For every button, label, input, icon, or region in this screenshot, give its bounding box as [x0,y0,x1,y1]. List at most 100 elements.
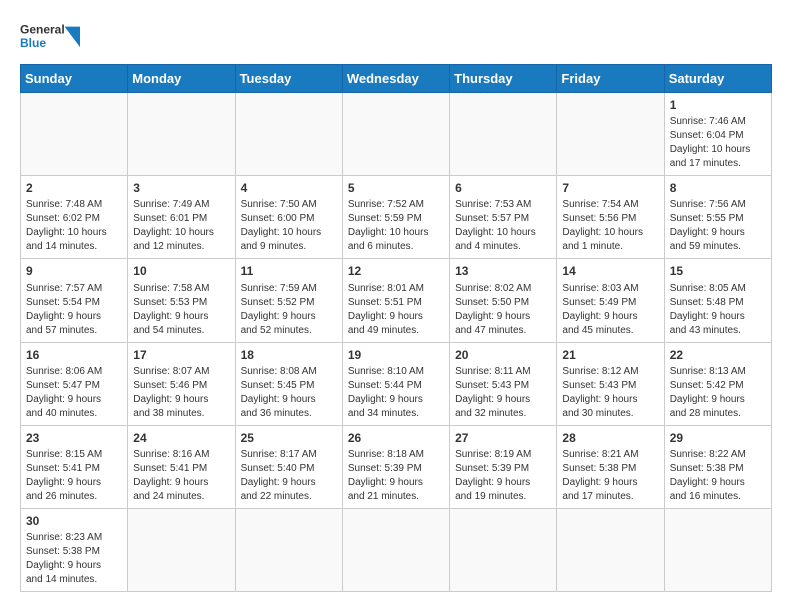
day-number: 5 [348,180,444,196]
calendar-day-cell: 2 Sunrise: 7:48 AM Sunset: 6:02 PM Daylig… [21,176,128,259]
calendar-header-row: SundayMondayTuesdayWednesdayThursdayFrid… [21,65,772,93]
calendar-day-cell: 23Sunrise: 8:15 AM Sunset: 5:41 PM Dayli… [21,425,128,508]
calendar-day-cell [342,93,449,176]
calendar-day-header: Thursday [450,65,557,93]
svg-text:General: General [20,22,65,36]
day-number: 27 [455,430,551,446]
calendar-day-cell: 11 Sunrise: 7:59 AM Sunset: 5:52 PM Dayli… [235,259,342,342]
calendar-day-cell: 21Sunrise: 8:12 AM Sunset: 5:43 PM Dayli… [557,342,664,425]
day-info: Sunrise: 8:03 AM Sunset: 5:49 PM Dayligh… [562,282,658,338]
calendar-day-header: Friday [557,65,664,93]
calendar-day-cell: 18Sunrise: 8:08 AM Sunset: 5:45 PM Dayli… [235,342,342,425]
day-info: Sunrise: 8:15 AM Sunset: 5:41 PM Dayligh… [26,448,122,504]
calendar-day-cell: 20Sunrise: 8:11 AM Sunset: 5:43 PM Dayli… [450,342,557,425]
day-number: 12 [348,263,444,279]
calendar-week-row: 1 Sunrise: 7:46 AM Sunset: 6:04 PM Daylig… [21,93,772,176]
calendar-day-cell: 10 Sunrise: 7:58 AM Sunset: 5:53 PM Dayli… [128,259,235,342]
calendar-day-cell: 16 Sunrise: 8:06 AM Sunset: 5:47 PM Dayli… [21,342,128,425]
calendar-table: SundayMondayTuesdayWednesdayThursdayFrid… [20,64,772,592]
day-info: Sunrise: 7:50 AM Sunset: 6:00 PM Dayligh… [241,198,337,254]
day-number: 9 [26,263,122,279]
day-info: Sunrise: 7:46 AM Sunset: 6:04 PM Dayligh… [670,115,766,171]
day-info: Sunrise: 7:59 AM Sunset: 5:52 PM Dayligh… [241,282,337,338]
day-info: Sunrise: 8:05 AM Sunset: 5:48 PM Dayligh… [670,282,766,338]
calendar-day-cell: 26 Sunrise: 8:18 AM Sunset: 5:39 PM Dayli… [342,425,449,508]
day-info: Sunrise: 7:54 AM Sunset: 5:56 PM Dayligh… [562,198,658,254]
day-number: 10 [133,263,229,279]
header: General Blue [20,16,772,56]
day-number: 13 [455,263,551,279]
day-info: Sunrise: 8:06 AM Sunset: 5:47 PM Dayligh… [26,365,122,421]
day-info: Sunrise: 8:23 AM Sunset: 5:38 PM Dayligh… [26,531,122,587]
calendar-day-cell [128,508,235,591]
day-number: 1 [670,97,766,113]
day-number: 17 [133,347,229,363]
calendar-day-cell: 8 Sunrise: 7:56 AM Sunset: 5:55 PM Daylig… [664,176,771,259]
calendar-day-cell: 22 Sunrise: 8:13 AM Sunset: 5:42 PM Dayli… [664,342,771,425]
calendar-day-header: Monday [128,65,235,93]
day-info: Sunrise: 8:08 AM Sunset: 5:45 PM Dayligh… [241,365,337,421]
calendar-day-cell [450,93,557,176]
calendar-day-cell: 3 Sunrise: 7:49 AM Sunset: 6:01 PM Daylig… [128,176,235,259]
calendar-day-cell [557,93,664,176]
day-number: 14 [562,263,658,279]
calendar-day-cell: 9 Sunrise: 7:57 AM Sunset: 5:54 PM Daylig… [21,259,128,342]
calendar-day-cell [342,508,449,591]
day-info: Sunrise: 8:17 AM Sunset: 5:40 PM Dayligh… [241,448,337,504]
day-info: Sunrise: 8:12 AM Sunset: 5:43 PM Dayligh… [562,365,658,421]
calendar-day-cell: 12Sunrise: 8:01 AM Sunset: 5:51 PM Dayli… [342,259,449,342]
calendar-day-cell [21,93,128,176]
day-number: 2 [26,180,122,196]
day-number: 16 [26,347,122,363]
day-info: Sunrise: 7:57 AM Sunset: 5:54 PM Dayligh… [26,282,122,338]
day-number: 8 [670,180,766,196]
calendar-week-row: 9 Sunrise: 7:57 AM Sunset: 5:54 PM Daylig… [21,259,772,342]
calendar-day-cell: 17Sunrise: 8:07 AM Sunset: 5:46 PM Dayli… [128,342,235,425]
day-info: Sunrise: 8:18 AM Sunset: 5:39 PM Dayligh… [348,448,444,504]
day-info: Sunrise: 7:58 AM Sunset: 5:53 PM Dayligh… [133,282,229,338]
calendar-day-cell: 1 Sunrise: 7:46 AM Sunset: 6:04 PM Daylig… [664,93,771,176]
calendar-day-cell [235,93,342,176]
calendar-day-header: Wednesday [342,65,449,93]
calendar-day-header: Tuesday [235,65,342,93]
calendar-day-cell [128,93,235,176]
day-info: Sunrise: 8:11 AM Sunset: 5:43 PM Dayligh… [455,365,551,421]
calendar-day-cell [450,508,557,591]
calendar-day-cell: 7 Sunrise: 7:54 AM Sunset: 5:56 PM Daylig… [557,176,664,259]
day-number: 22 [670,347,766,363]
day-number: 3 [133,180,229,196]
calendar-day-header: Sunday [21,65,128,93]
day-number: 19 [348,347,444,363]
calendar-week-row: 16 Sunrise: 8:06 AM Sunset: 5:47 PM Dayli… [21,342,772,425]
calendar-day-cell: 13Sunrise: 8:02 AM Sunset: 5:50 PM Dayli… [450,259,557,342]
day-info: Sunrise: 7:56 AM Sunset: 5:55 PM Dayligh… [670,198,766,254]
calendar-day-cell: 30 Sunrise: 8:23 AM Sunset: 5:38 PM Dayli… [21,508,128,591]
day-number: 30 [26,513,122,529]
day-number: 11 [241,263,337,279]
calendar-day-cell: 6Sunrise: 7:53 AM Sunset: 5:57 PM Daylig… [450,176,557,259]
day-number: 24 [133,430,229,446]
calendar-week-row: 23Sunrise: 8:15 AM Sunset: 5:41 PM Dayli… [21,425,772,508]
day-number: 7 [562,180,658,196]
calendar-day-cell: 4 Sunrise: 7:50 AM Sunset: 6:00 PM Daylig… [235,176,342,259]
calendar-day-cell: 29Sunrise: 8:22 AM Sunset: 5:38 PM Dayli… [664,425,771,508]
calendar-day-cell: 28Sunrise: 8:21 AM Sunset: 5:38 PM Dayli… [557,425,664,508]
day-number: 4 [241,180,337,196]
calendar-week-row: 30 Sunrise: 8:23 AM Sunset: 5:38 PM Dayli… [21,508,772,591]
page: General Blue SundayMondayTuesdayWednesda… [0,0,792,612]
day-info: Sunrise: 7:52 AM Sunset: 5:59 PM Dayligh… [348,198,444,254]
day-number: 15 [670,263,766,279]
calendar-week-row: 2 Sunrise: 7:48 AM Sunset: 6:02 PM Daylig… [21,176,772,259]
day-info: Sunrise: 7:53 AM Sunset: 5:57 PM Dayligh… [455,198,551,254]
day-info: Sunrise: 7:48 AM Sunset: 6:02 PM Dayligh… [26,198,122,254]
day-info: Sunrise: 8:21 AM Sunset: 5:38 PM Dayligh… [562,448,658,504]
day-number: 25 [241,430,337,446]
calendar-day-cell: 19Sunrise: 8:10 AM Sunset: 5:44 PM Dayli… [342,342,449,425]
calendar-day-cell [235,508,342,591]
calendar-day-header: Saturday [664,65,771,93]
day-info: Sunrise: 8:13 AM Sunset: 5:42 PM Dayligh… [670,365,766,421]
day-info: Sunrise: 7:49 AM Sunset: 6:01 PM Dayligh… [133,198,229,254]
logo-area: General Blue [20,16,80,56]
day-number: 26 [348,430,444,446]
calendar-day-cell [664,508,771,591]
